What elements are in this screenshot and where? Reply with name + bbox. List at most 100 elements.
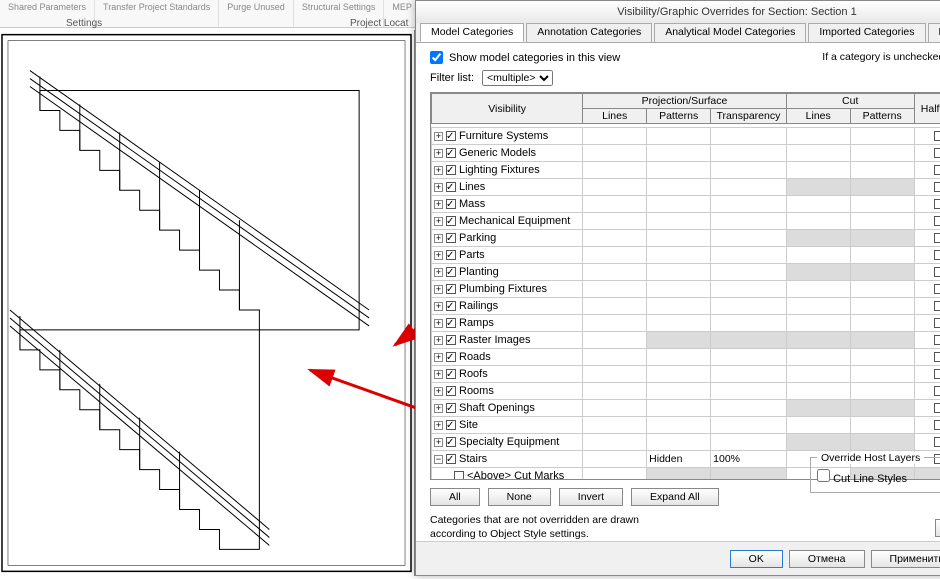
expand-icon[interactable]: + [434,387,443,396]
visibility-checkbox[interactable] [446,386,456,396]
expand-icon[interactable]: + [434,251,443,260]
table-row[interactable]: +ParkingBy View [432,230,940,247]
visibility-checkbox[interactable] [446,182,456,192]
col-projection[interactable]: Projection/Surface [583,94,787,109]
halftone-checkbox[interactable] [934,267,940,277]
tab-analytical-model-categories[interactable]: Analytical Model Categories [654,23,806,42]
visibility-checkbox[interactable] [446,335,456,345]
halftone-checkbox[interactable] [934,420,940,430]
table-row[interactable]: +MassBy View [432,196,940,213]
table-row[interactable]: +Lighting FixturesBy View [432,162,940,179]
halftone-checkbox[interactable] [934,233,940,243]
table-row[interactable]: +Mechanical EquipmentBy View [432,213,940,230]
table-row[interactable]: +Shaft OpeningsBy View [432,400,940,417]
halftone-checkbox[interactable] [934,335,940,345]
expand-icon[interactable]: + [434,319,443,328]
col-proj-patterns[interactable]: Patterns [647,109,711,124]
expand-icon[interactable]: + [434,302,443,311]
visibility-checkbox[interactable] [446,284,456,294]
expand-icon[interactable]: + [434,421,443,430]
invert-button[interactable]: Invert [559,488,623,506]
expand-icon[interactable]: + [434,234,443,243]
col-halftone[interactable]: Halftone [914,94,940,124]
col-cut-lines[interactable]: Lines [786,109,850,124]
halftone-checkbox[interactable] [934,148,940,158]
halftone-checkbox[interactable] [934,182,940,192]
visibility-checkbox[interactable] [446,131,456,141]
ok-button[interactable]: OK [730,550,783,568]
ribbon-group[interactable]: Purge Unused [219,0,294,27]
expand-icon[interactable]: + [434,285,443,294]
show-model-categories-checkbox[interactable] [430,51,443,64]
table-row[interactable]: +Furniture SystemsBy View [432,128,940,145]
expand-icon[interactable]: + [434,200,443,209]
col-visibility[interactable]: Visibility [432,94,583,124]
table-row[interactable]: +Raster ImagesBy View [432,332,940,349]
table-row[interactable]: +RailingsBy View [432,298,940,315]
table-row[interactable]: +SiteBy View [432,417,940,434]
halftone-checkbox[interactable] [934,369,940,379]
ribbon-group[interactable]: Transfer Project Standards [95,0,219,27]
table-row[interactable]: +PartsBy View [432,247,940,264]
expand-all-button[interactable]: Expand All [631,488,719,506]
table-row[interactable]: +RoomsBy View [432,383,940,400]
visibility-checkbox[interactable] [446,301,456,311]
halftone-checkbox[interactable] [934,199,940,209]
halftone-checkbox[interactable] [934,250,940,260]
table-row[interactable]: +RoofsBy View [432,366,940,383]
visibility-checkbox[interactable] [446,454,456,464]
visibility-checkbox[interactable] [446,216,456,226]
visibility-checkbox[interactable] [454,471,464,479]
table-row[interactable]: +LinesBy View [432,179,940,196]
expand-icon[interactable]: + [434,268,443,277]
cancel-button[interactable]: Отмена [789,550,865,568]
all-button[interactable]: All [430,488,480,506]
col-proj-lines[interactable]: Lines [583,109,647,124]
none-button[interactable]: None [488,488,551,506]
filter-list-select[interactable]: <multiple> [482,70,553,86]
halftone-checkbox[interactable] [934,437,940,447]
visibility-checkbox[interactable] [446,437,456,447]
tab-annotation-categories[interactable]: Annotation Categories [526,23,652,42]
expand-icon[interactable]: + [434,132,443,141]
apply-button[interactable]: Применить [871,550,940,568]
visibility-checkbox[interactable] [446,267,456,277]
halftone-checkbox[interactable] [934,318,940,328]
drawing-canvas[interactable] [0,30,415,576]
categories-grid[interactable]: Visibility Projection/Surface Cut Halfto… [430,92,940,480]
dialog-titlebar[interactable]: Visibility/Graphic Overrides for Section… [416,1,940,23]
collapse-icon[interactable]: − [434,455,443,464]
object-styles-button[interactable]: Object Styles... [935,519,940,537]
table-row[interactable]: +RampsBy View [432,315,940,332]
expand-icon[interactable]: + [434,438,443,447]
visibility-checkbox[interactable] [446,233,456,243]
expand-icon[interactable]: + [434,183,443,192]
expand-icon[interactable]: + [434,149,443,158]
expand-icon[interactable]: + [434,353,443,362]
tab-model-categories[interactable]: Model Categories [420,23,524,42]
visibility-checkbox[interactable] [446,403,456,413]
visibility-checkbox[interactable] [446,420,456,430]
halftone-checkbox[interactable] [934,301,940,311]
col-cut[interactable]: Cut [786,94,914,109]
halftone-checkbox[interactable] [934,165,940,175]
tab-imported-categories[interactable]: Imported Categories [808,23,925,42]
visibility-checkbox[interactable] [446,148,456,158]
visibility-checkbox[interactable] [446,199,456,209]
halftone-checkbox[interactable] [934,352,940,362]
expand-icon[interactable]: + [434,166,443,175]
table-row[interactable]: +PlantingBy View [432,264,940,281]
visibility-checkbox[interactable] [446,352,456,362]
halftone-checkbox[interactable] [934,216,940,226]
halftone-checkbox[interactable] [934,386,940,396]
halftone-checkbox[interactable] [934,284,940,294]
halftone-checkbox[interactable] [934,131,940,141]
table-row[interactable]: +Generic ModelsBy View [432,145,940,162]
tab-filters[interactable]: Filters [928,23,940,42]
expand-icon[interactable]: + [434,336,443,345]
expand-icon[interactable]: + [434,370,443,379]
visibility-checkbox[interactable] [446,250,456,260]
table-row[interactable]: +Plumbing FixturesBy View [432,281,940,298]
table-row[interactable]: +Specialty EquipmentBy View [432,434,940,451]
expand-icon[interactable]: + [434,217,443,226]
